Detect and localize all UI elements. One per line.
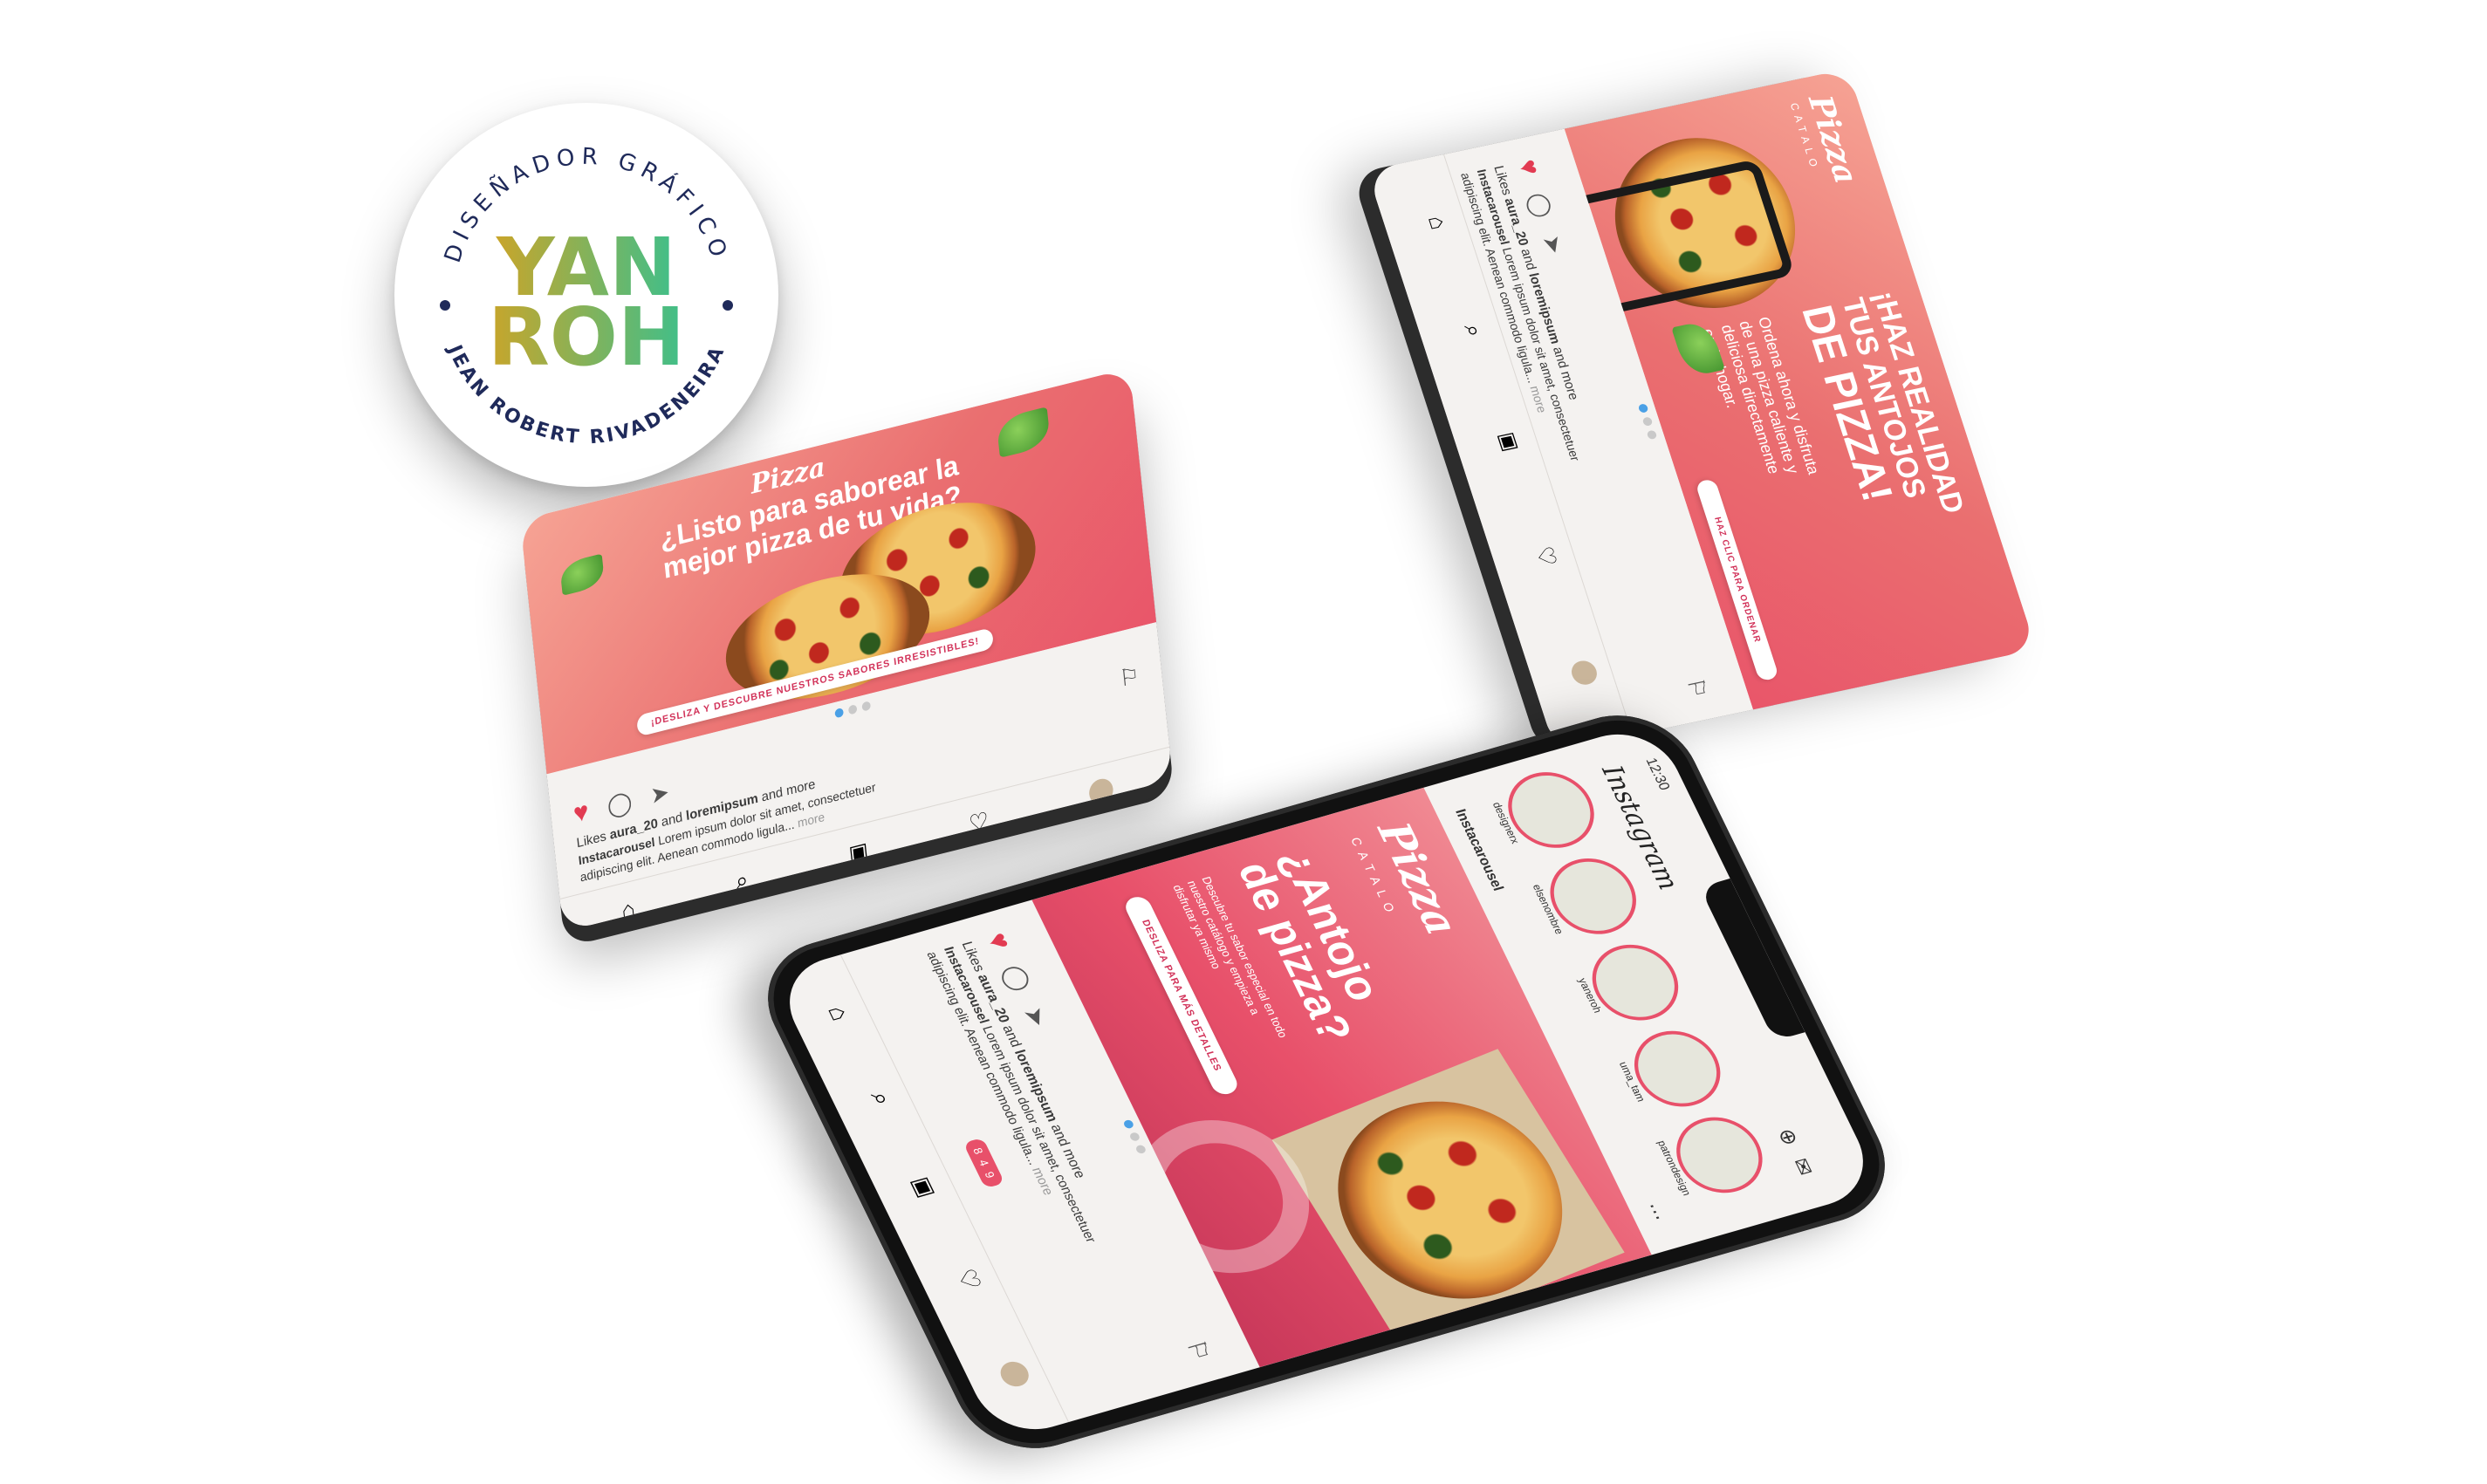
heart-filled-icon[interactable]: ♥ bbox=[980, 929, 1018, 953]
story-item[interactable]: patrondesign bbox=[1651, 1107, 1777, 1206]
notif-comment-count: 4 bbox=[976, 1158, 992, 1168]
comment-icon[interactable]: ◯ bbox=[997, 961, 1038, 995]
bookmark-icon[interactable]: ⚐ bbox=[1118, 660, 1141, 693]
reels-icon[interactable]: ▣ bbox=[906, 1173, 942, 1200]
right-headline: ¡HAZ REALIDAD TUS ANTOJOS DE PIZZA! bbox=[1792, 288, 1971, 532]
add-post-icon[interactable]: ⊕ bbox=[1771, 1125, 1804, 1149]
send-icon[interactable]: ➤ bbox=[1537, 233, 1569, 256]
story-item[interactable]: yaneroh bbox=[1566, 934, 1693, 1033]
comment-icon[interactable]: ◯ bbox=[1524, 190, 1559, 220]
badge-dot-left bbox=[440, 300, 450, 311]
notif-follow-count: 9 bbox=[982, 1170, 998, 1180]
phone-wrap: 12:30 Instagram ⊕ ✉ designerx elsenombre… bbox=[743, 699, 1955, 1465]
heart-filled-icon[interactable]: ♥ bbox=[572, 797, 591, 830]
badge-logo-line2: ROH bbox=[488, 291, 685, 384]
bookmark-icon[interactable]: ⚐ bbox=[1681, 675, 1714, 701]
smartphone: 12:30 Instagram ⊕ ✉ designerx elsenombre… bbox=[743, 699, 1909, 1465]
more-options-icon[interactable]: ⋯ bbox=[1640, 1200, 1670, 1224]
messenger-icon[interactable]: ✉ bbox=[1786, 1156, 1819, 1179]
profile-avatar[interactable] bbox=[996, 1357, 1034, 1390]
phone-screen: 12:30 Instagram ⊕ ✉ designerx elsenombre… bbox=[771, 721, 1882, 1442]
home-icon[interactable]: ⌂ bbox=[1422, 213, 1453, 231]
home-icon[interactable]: ⌂ bbox=[822, 1002, 856, 1023]
left-basil-leaf bbox=[996, 407, 1052, 458]
phone-notch bbox=[1699, 878, 1805, 1042]
search-icon[interactable]: ⌕ bbox=[1457, 322, 1489, 340]
send-icon[interactable]: ➤ bbox=[649, 777, 670, 809]
heart-filled-icon[interactable]: ♥ bbox=[1511, 157, 1545, 178]
search-icon[interactable]: ⌕ bbox=[734, 865, 750, 897]
bookmark-icon[interactable]: ⚐ bbox=[1180, 1337, 1217, 1364]
badge-dot-right bbox=[723, 300, 733, 311]
send-icon[interactable]: ➤ bbox=[1017, 1003, 1054, 1030]
story-item[interactable]: designerx bbox=[1483, 763, 1608, 860]
notif-like-count: 8 bbox=[969, 1145, 986, 1156]
heart-icon[interactable]: ♡ bbox=[1530, 544, 1563, 569]
heart-icon[interactable]: ♡ bbox=[950, 1265, 988, 1293]
left-basil-leaf-2 bbox=[559, 553, 606, 596]
right-post-card-wrap: Pizza CATALO ¡HAZ REALIDAD TUS ANTOJOS D… bbox=[1265, 61, 2138, 829]
search-icon[interactable]: ⌕ bbox=[864, 1089, 898, 1109]
reels-icon[interactable]: ▣ bbox=[1494, 429, 1525, 454]
right-post-card: Pizza CATALO ¡HAZ REALIDAD TUS ANTOJOS D… bbox=[1367, 68, 2037, 752]
comment-icon[interactable]: ◯ bbox=[606, 787, 634, 820]
profile-avatar[interactable] bbox=[1568, 659, 1600, 687]
notification-bubble[interactable]: 8 4 9 bbox=[963, 1137, 1005, 1189]
status-time: 12:30 bbox=[1642, 756, 1673, 792]
story-item[interactable]: elsenombre bbox=[1524, 849, 1650, 947]
top-actions: ⊕ ✉ bbox=[1771, 1125, 1819, 1179]
story-item[interactable]: uma_tam bbox=[1608, 1021, 1735, 1119]
home-icon[interactable]: ⌂ bbox=[620, 894, 637, 925]
